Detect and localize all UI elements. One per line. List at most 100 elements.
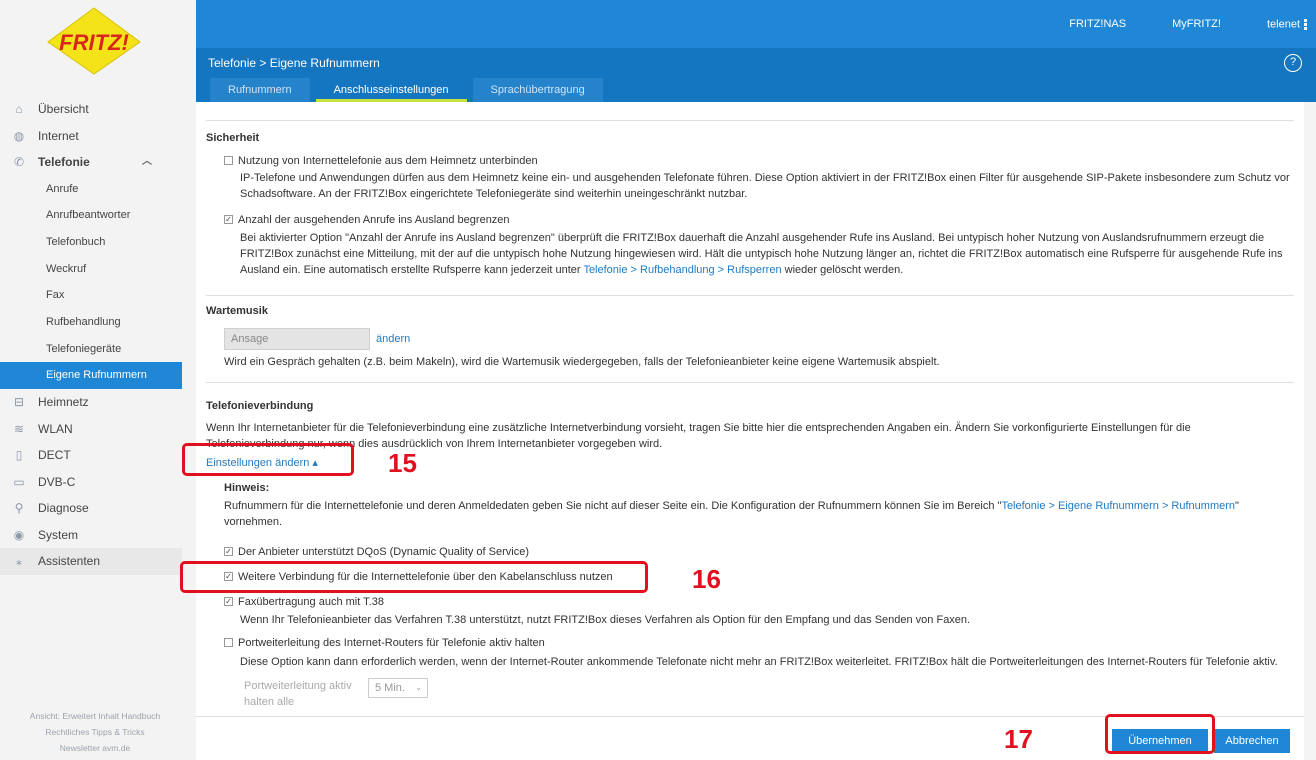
annotation-box-16 bbox=[180, 561, 648, 593]
port-interval-select[interactable]: 5 Min. ⌄ bbox=[368, 678, 428, 698]
network-icon: ⊟ bbox=[13, 395, 25, 409]
option-label: Anzahl der ausgehenden Anrufe ins Auslan… bbox=[238, 214, 510, 226]
select-value: 5 Min. bbox=[375, 682, 405, 694]
port-desc: Diese Option kann dann erforderlich werd… bbox=[240, 656, 1278, 668]
sidebar-item-diagnose[interactable]: ⚲ Diagnose bbox=[0, 495, 182, 522]
globe-icon: ◍ bbox=[13, 128, 25, 143]
home-icon: ⌂ bbox=[15, 102, 23, 116]
checkbox-checked[interactable]: ✓ bbox=[224, 546, 233, 556]
sidebar-footer-line3[interactable]: Newsletter avm.de bbox=[0, 740, 190, 756]
sidebar-item-heimnetz[interactable]: ⊟ Heimnetz bbox=[0, 389, 182, 416]
sidebar-sub-telefoniegeraete[interactable]: Telefoniegeräte bbox=[0, 336, 182, 363]
divider bbox=[206, 382, 1294, 383]
sidebar-item-assistenten[interactable]: ⁎ Assistenten bbox=[0, 548, 182, 575]
sub-header: Telefonie > Eigene Rufnummern ? Rufnumme… bbox=[196, 48, 1316, 102]
cancel-button[interactable]: Abbrechen bbox=[1214, 729, 1290, 753]
scrollbar[interactable] bbox=[1304, 102, 1316, 760]
user-link[interactable]: telenet bbox=[1267, 18, 1308, 31]
sidebar-item-label: DVB-C bbox=[38, 474, 76, 489]
option-label: Der Anbieter unterstützt DQoS (Dynamic Q… bbox=[238, 546, 529, 558]
fax-desc: Wenn Ihr Telefonieanbieter das Verfahren… bbox=[240, 614, 971, 626]
option-fax-t38[interactable]: ✓ Faxübertragung auch mit T.38 bbox=[224, 594, 384, 610]
sidebar-item-label: Übersicht bbox=[38, 102, 89, 116]
fritznas-link[interactable]: FRITZ!NAS bbox=[1069, 18, 1126, 30]
desc-text: Rufnummern für die Internettelefonie und… bbox=[224, 500, 1002, 512]
wartemusik-input[interactable]: Ansage bbox=[224, 328, 370, 350]
checkbox-checked[interactable]: ✓ bbox=[224, 214, 233, 224]
sidebar-item-wlan[interactable]: ≋ WLAN bbox=[0, 416, 182, 443]
myfritz-link[interactable]: MyFRITZ! bbox=[1172, 18, 1221, 30]
sidebar-sub-eigene-rufnummern[interactable]: Eigene Rufnummern bbox=[0, 362, 182, 389]
sidebar-sub-anrufe[interactable]: Anrufe bbox=[0, 176, 182, 203]
sidebar-item-label: Telefonie bbox=[38, 155, 90, 169]
user-name: telenet bbox=[1266, 17, 1300, 30]
tab-anschlusseinstellungen[interactable]: Anschlusseinstellungen bbox=[315, 78, 467, 102]
dect-icon: ▯ bbox=[15, 448, 23, 462]
logo-area: FRITZ! bbox=[0, 0, 196, 82]
section-title-wartemusik: Wartemusik bbox=[206, 305, 268, 317]
option-label: Nutzung von Internettelefonie aus dem He… bbox=[238, 155, 538, 167]
option-label: Portweiterleitung des Internet-Routers f… bbox=[238, 637, 545, 649]
verbindung-desc: Wenn Ihr Internetanbieter für die Telefo… bbox=[206, 420, 1296, 452]
option-ausland-begrenzen[interactable]: ✓ Anzahl der ausgehenden Anrufe ins Ausla… bbox=[224, 212, 510, 228]
chevron-down-icon: ⌄ bbox=[415, 683, 422, 692]
desc-line: Ausland ein. Eine automatisch erstellte … bbox=[240, 262, 1300, 278]
sidebar-sub-telefonbuch[interactable]: Telefonbuch bbox=[0, 229, 182, 256]
top-links: FRITZ!NAS MyFRITZ! telenet bbox=[1023, 0, 1308, 48]
option-dqos[interactable]: ✓ Der Anbieter unterstützt DQoS (Dynamic … bbox=[224, 544, 529, 560]
sidebar-item-telefonie[interactable]: ✆ Telefonie ︿ bbox=[0, 149, 182, 176]
option-label: Faxübertragung auch mit T.38 bbox=[238, 596, 384, 608]
checkbox-unchecked[interactable] bbox=[224, 155, 233, 165]
rufsperren-link[interactable]: Telefonie > Rufbehandlung > Rufsperren bbox=[583, 264, 781, 276]
annotation-box-15 bbox=[182, 443, 354, 476]
sidebar-sub-anrufbeantworter[interactable]: Anrufbeantworter bbox=[0, 202, 182, 229]
desc-line: Telefonieverbindung nur, wenn dies ausdr… bbox=[206, 438, 663, 450]
sidebar-item-dect[interactable]: ▯ DECT bbox=[0, 442, 182, 469]
tab-rufnummern[interactable]: Rufnummern bbox=[210, 78, 310, 102]
annotation-number-17: 17 bbox=[1004, 724, 1033, 754]
desc-line: FRITZ!Box zunächst eine Mitteilung, mit … bbox=[240, 248, 1283, 260]
tv-icon: ▭ bbox=[13, 474, 25, 489]
svg-text:FRITZ!: FRITZ! bbox=[59, 30, 129, 55]
desc-line: vornehmen. bbox=[224, 516, 283, 528]
sidebar-sub-weckruf[interactable]: Weckruf bbox=[0, 256, 182, 283]
sidebar-item-system[interactable]: ◉ System bbox=[0, 522, 182, 549]
rufnummern-link[interactable]: Telefonie > Eigene Rufnummern > Rufnumme… bbox=[1001, 500, 1235, 512]
sidebar-footer-line1[interactable]: Ansicht: Erweitert Inhalt Handbuch bbox=[0, 708, 190, 724]
sidebar-item-label: Heimnetz bbox=[38, 395, 89, 409]
sidebar-sub-fax[interactable]: Fax bbox=[0, 282, 182, 309]
assistant-icon: ⁎ bbox=[16, 554, 22, 568]
sidebar-item-label: System bbox=[38, 527, 79, 542]
sidebar-item-uebersicht[interactable]: ⌂ Übersicht bbox=[0, 96, 182, 123]
desc-text: " bbox=[1235, 500, 1239, 512]
sidebar: ⌂ Übersicht ◍ Internet ✆ Telefonie ︿ Anrufe … bbox=[0, 82, 196, 760]
port-label-line: halten alle bbox=[244, 696, 295, 708]
fritz-logo[interactable]: FRITZ! bbox=[44, 6, 144, 76]
wartemusik-change-link[interactable]: ändern bbox=[376, 331, 410, 347]
desc-line: Wenn Ihr Internetanbieter für die Telefo… bbox=[206, 422, 1191, 434]
tab-bar: Rufnummern Anschlusseinstellungen Sprach… bbox=[210, 78, 609, 102]
sidebar-item-label: Internet bbox=[38, 128, 79, 143]
desc-line: Schadsoftware. An der FRITZ!Box eingeric… bbox=[240, 188, 748, 200]
sidebar-nav: ⌂ Übersicht ◍ Internet ✆ Telefonie ︿ Anrufe … bbox=[0, 96, 182, 575]
menu-kebab-icon[interactable] bbox=[1304, 18, 1308, 31]
help-icon[interactable]: ? bbox=[1284, 54, 1302, 72]
sidebar-item-dvbc[interactable]: ▭ DVB-C bbox=[0, 469, 182, 496]
sidebar-item-label: WLAN bbox=[38, 421, 73, 436]
checkbox-checked[interactable]: ✓ bbox=[224, 596, 233, 606]
sidebar-sub-rufbehandlung[interactable]: Rufbehandlung bbox=[0, 309, 182, 336]
tab-sprachuebertragung[interactable]: Sprachübertragung bbox=[472, 78, 603, 102]
diagnose-icon: ⚲ bbox=[14, 501, 24, 515]
desc-line: Rufnummern für die Internettelefonie und… bbox=[224, 498, 1300, 514]
checkbox-unchecked[interactable] bbox=[224, 637, 233, 647]
section-title-telefonieverbindung: Telefonieverbindung bbox=[206, 400, 314, 412]
annotation-number-16: 16 bbox=[692, 564, 721, 594]
sidebar-footer-line2[interactable]: Rechtliches Tipps & Tricks bbox=[0, 724, 190, 740]
option-portweiterleitung[interactable]: Portweiterleitung des Internet-Routers f… bbox=[224, 635, 545, 651]
annotation-box-17 bbox=[1105, 714, 1215, 754]
sidebar-item-internet[interactable]: ◍ Internet bbox=[0, 123, 182, 150]
desc-line: IP-Telefone und Anwendungen dürfen aus d… bbox=[240, 172, 1290, 184]
desc-line: Bei aktivierter Option "Anzahl der Anruf… bbox=[240, 232, 1265, 244]
option-internettelefonie-unterbinden[interactable]: Nutzung von Internettelefonie aus dem He… bbox=[224, 153, 538, 169]
chevron-up-icon[interactable]: ︿ bbox=[142, 149, 152, 176]
